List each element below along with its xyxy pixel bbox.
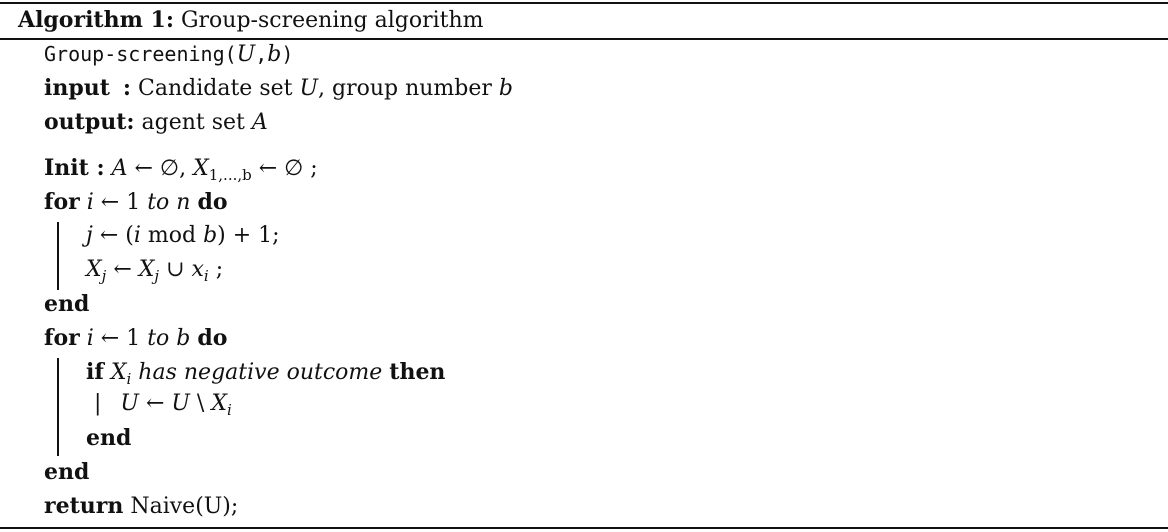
signature-arg-b: b (267, 42, 282, 67)
input-var-u: U (299, 76, 319, 101)
body-1-var-i: i (133, 223, 141, 248)
body-2-end: ; (208, 257, 224, 282)
if-keyword: if (86, 359, 104, 385)
output-keyword: output: (44, 109, 135, 135)
for-loop-1-end: end (44, 290, 89, 319)
if-end: end (86, 424, 131, 453)
update-var-u2: U (171, 391, 190, 416)
for-loop-2-bar (57, 358, 59, 456)
init-keyword: Init : (44, 155, 105, 181)
signature-comma: , (255, 42, 268, 66)
for-1-body-line-2: Xj ← Xj ∪ xi ; (86, 256, 223, 285)
init-var-a: A (111, 156, 128, 181)
return-line: return Naive(U); (44, 492, 238, 521)
input-keyword: input (44, 75, 110, 101)
end-1-keyword: end (44, 291, 90, 317)
output-var-a: A (251, 110, 268, 135)
body-2-sub-j: j (101, 267, 107, 285)
caption-label: Algorithm 1: (18, 7, 174, 33)
for-2-assign: ← 1 (93, 326, 148, 351)
signature-close: ) (281, 42, 294, 66)
for-loop-2-header: for i ← 1 to b do (44, 324, 227, 353)
for-1-range: to n (147, 190, 191, 215)
if-condition: has negative outcome (131, 360, 390, 385)
return-keyword: return (44, 493, 124, 519)
if-body-bar: | (94, 391, 102, 416)
end-if-keyword: end (86, 425, 132, 451)
for-1-keyword: for (44, 189, 80, 215)
end-2-keyword: end (44, 459, 90, 485)
body-1-tail: ) + 1; (217, 223, 280, 248)
body-2-var-x2: X (138, 257, 155, 282)
if-var-x: X (110, 360, 127, 385)
if-sub-i: i (126, 370, 132, 388)
for-loop-2-end: end (44, 458, 89, 487)
for-2-var-i: i (86, 326, 94, 351)
init-line: Init : A ← ∅, X1,...,b ← ∅ ; (44, 154, 318, 184)
body-1-var-j: j (86, 223, 93, 248)
if-line: if Xi has negative outcome then (86, 358, 445, 388)
body-2-sub-i: i (203, 267, 209, 285)
init-assign-2: ← ∅ ; (251, 156, 318, 181)
algorithm-caption: Algorithm 1: Group-screening algorithm (18, 6, 484, 35)
update-assign: ← (138, 391, 172, 416)
if-body-line: | U ← U \ Xi (94, 390, 232, 419)
signature-name: Group-screening( (44, 42, 237, 66)
signature-arg-u: U (236, 42, 256, 67)
input-colon: : (122, 75, 132, 101)
body-1-assign: ← ( (92, 223, 134, 248)
for-1-body-line-1: j ← (i mod b) + 1; (86, 222, 280, 250)
for-2-range: to b (147, 326, 191, 351)
for-loop-1-header: for i ← 1 to n do (44, 188, 228, 217)
input-text-2: , group number (318, 76, 499, 101)
top-rule (0, 2, 1168, 4)
for-loop-1-bar (57, 222, 59, 290)
output-line: output: agent set A (44, 108, 268, 137)
update-var-u: U (120, 391, 139, 416)
body-2-var-x: X (86, 257, 102, 282)
update-sub-i: i (227, 401, 232, 419)
update-setminus: \ (189, 391, 212, 416)
body-2-var-x-lower: x (191, 257, 204, 282)
for-1-assign: ← 1 (93, 190, 148, 215)
input-text-1: Candidate set (138, 76, 300, 101)
output-text: agent set (141, 110, 252, 135)
caption-title: Group-screening algorithm (180, 8, 484, 33)
init-subscript: 1,...,b (208, 166, 252, 184)
bottom-rule (0, 527, 1168, 529)
for-2-do: do (197, 325, 228, 351)
input-line: input : Candidate set U, group number b (44, 74, 513, 103)
return-text: Naive(U); (123, 494, 239, 519)
body-2-sub-j2: j (154, 267, 160, 285)
input-var-b: b (498, 76, 513, 101)
body-1-var-b: b (203, 223, 218, 248)
signature-line: Group-screening(U,b) (44, 40, 293, 69)
if-then: then (389, 359, 446, 385)
body-1-mod: mod (140, 223, 204, 248)
init-var-x: X (193, 156, 209, 181)
for-1-do: do (197, 189, 228, 215)
for-2-keyword: for (44, 325, 80, 351)
algorithm-block: Algorithm 1: Group-screening algorithm G… (0, 0, 1168, 532)
init-assign-1: ← ∅, (127, 156, 194, 181)
update-var-x: X (211, 391, 228, 416)
for-1-var-i: i (86, 190, 94, 215)
body-2-union: ∪ (159, 257, 192, 282)
body-2-assign: ← (106, 257, 139, 282)
